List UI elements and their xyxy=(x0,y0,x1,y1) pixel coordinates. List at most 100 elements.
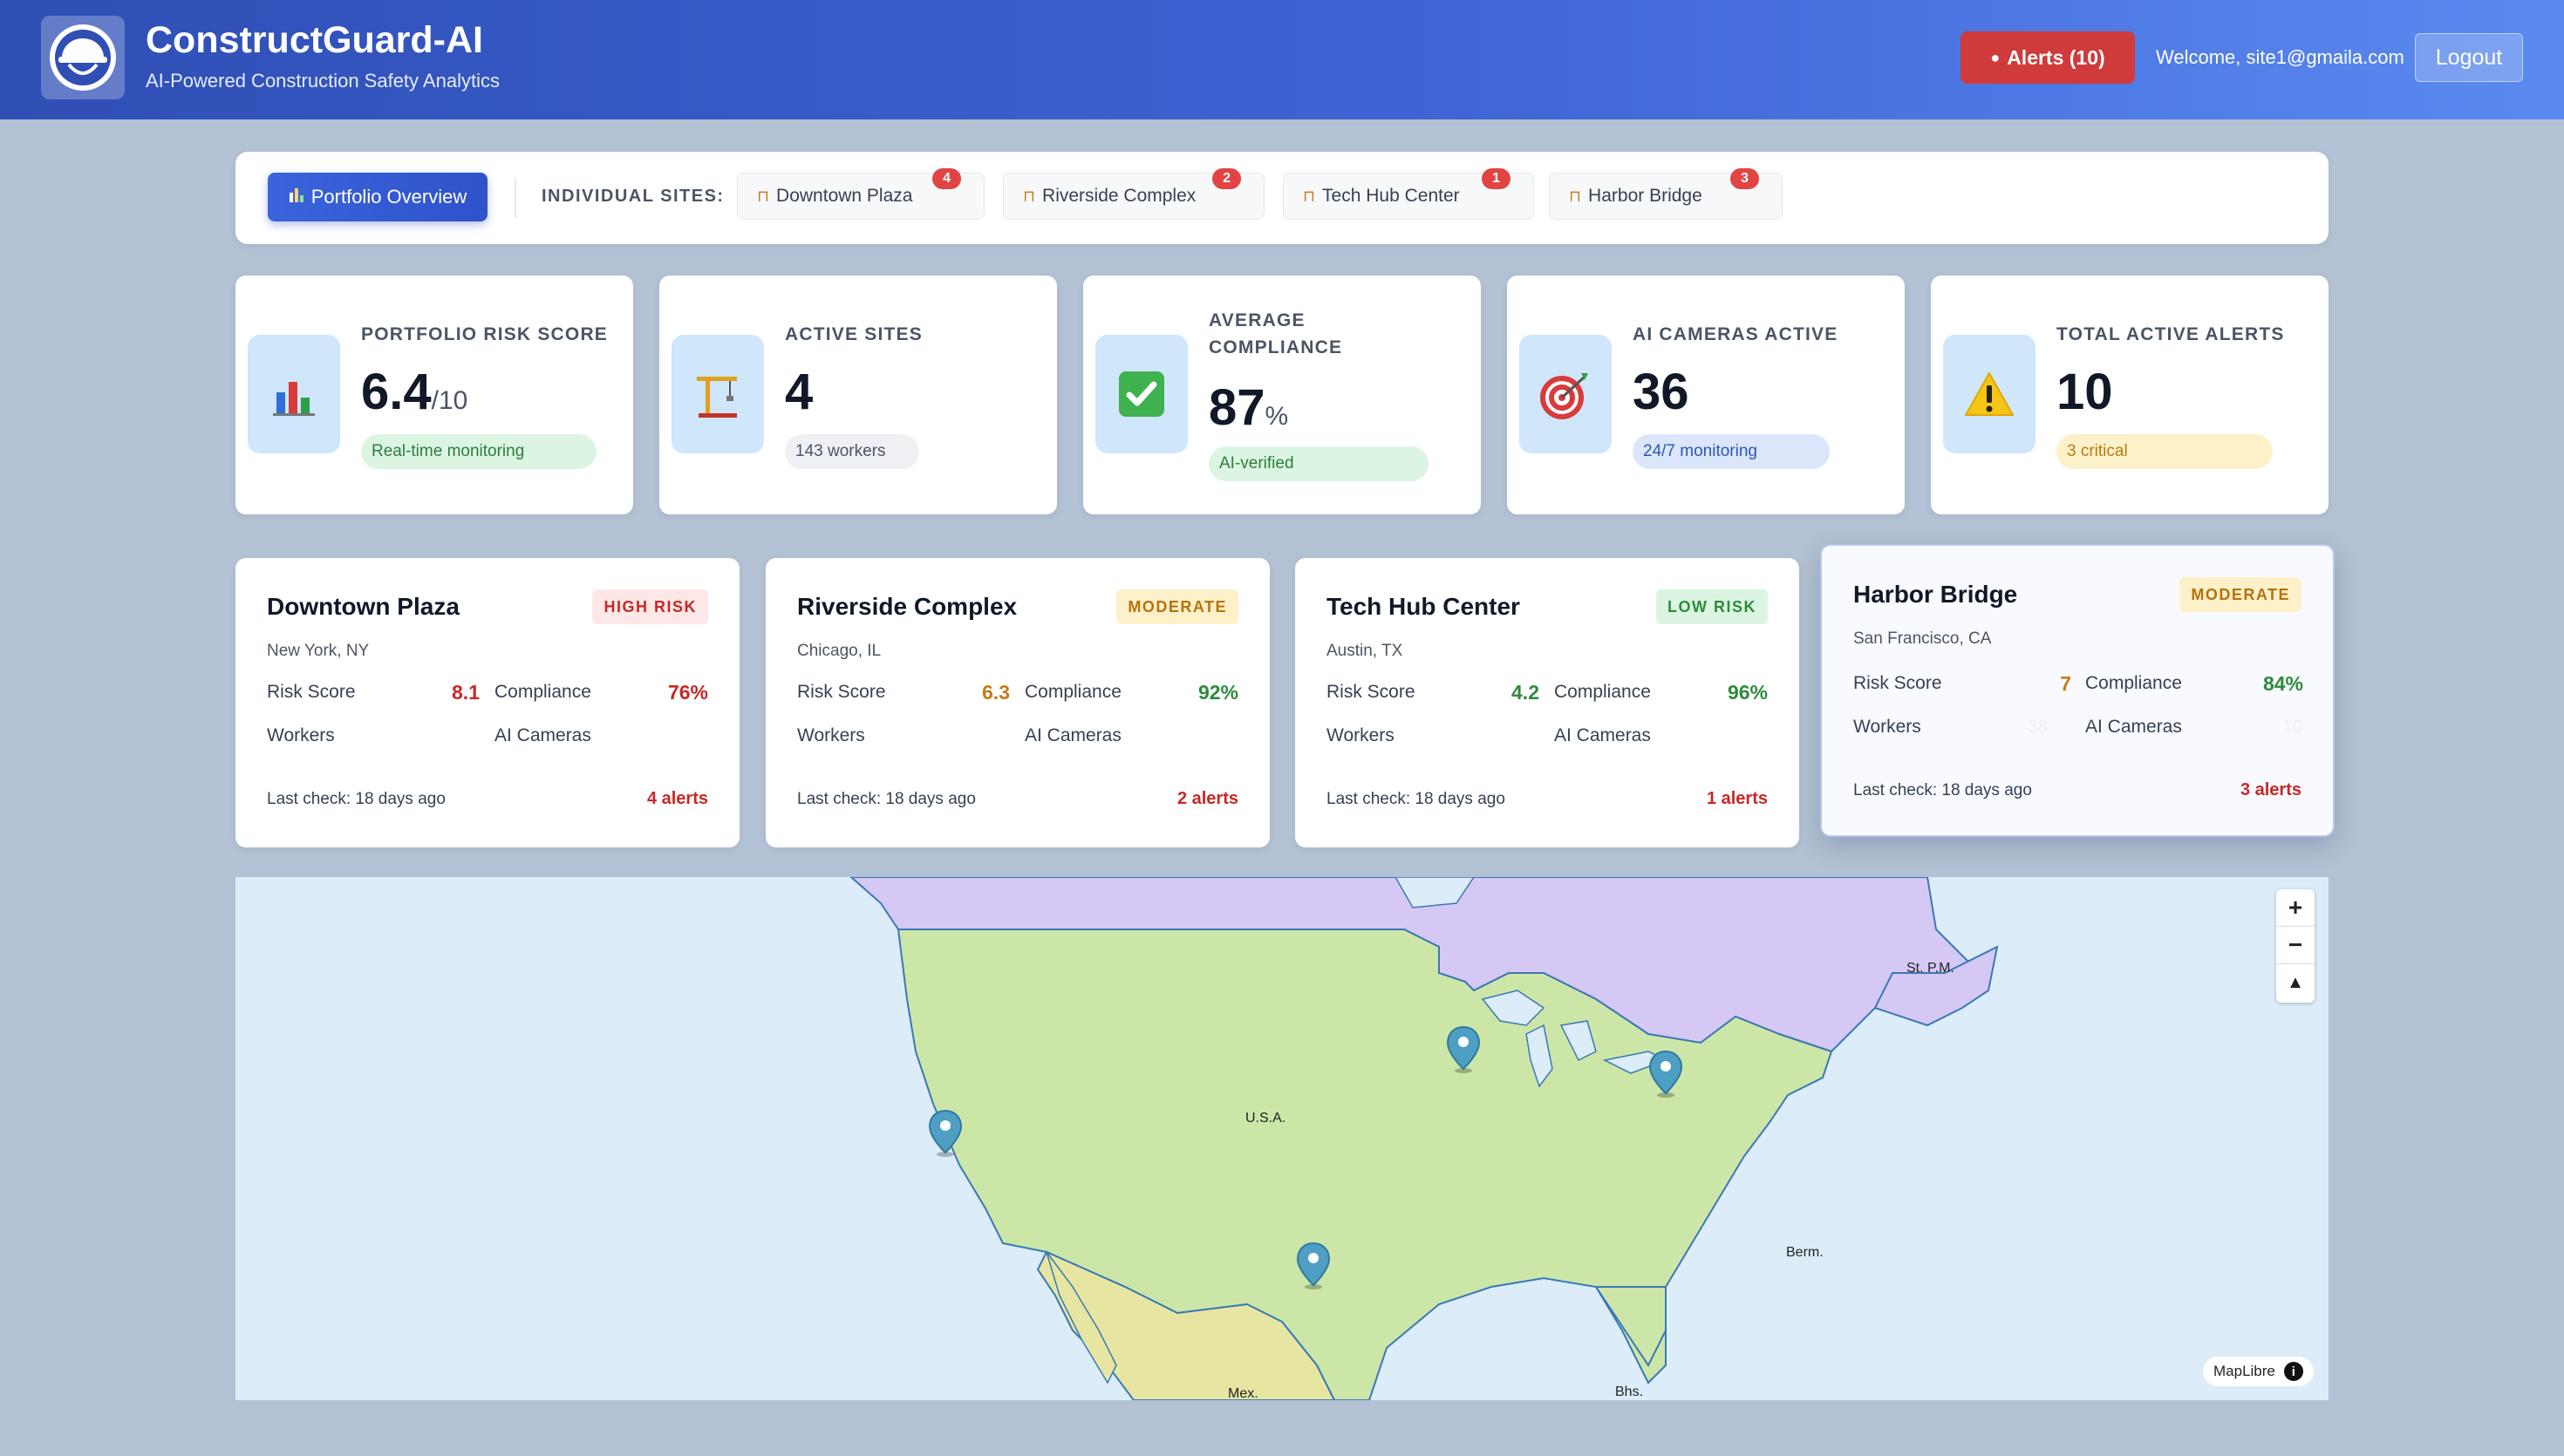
site-name: Downtown Plaza xyxy=(267,593,460,620)
tab-harbor-bridge[interactable]: ⊓ Harbor Bridge 3 xyxy=(1549,168,1783,220)
stat-label: ACTIVE SITES xyxy=(785,324,923,344)
crane-icon xyxy=(672,335,764,453)
site-name: Harbor Bridge xyxy=(1853,581,2018,608)
stat-label: TOTAL ACTIVE ALERTS xyxy=(2056,324,2285,344)
workers-label: Workers xyxy=(1853,717,1921,737)
app-header: ConstructGuard-AI AI-Powered Constructio… xyxy=(0,0,2564,119)
tab-portfolio-label: Portfolio Overview xyxy=(310,186,467,208)
map-navigation-controls: + − ▲ xyxy=(2276,889,2315,1003)
site-location: Chicago, IL xyxy=(797,642,882,660)
last-check: Last check: 18 days ago xyxy=(797,790,976,808)
tab-tech-hub-center[interactable]: ⊓ Tech Hub Center 1 xyxy=(1283,168,1534,220)
stat-card-risk-score: PORTFOLIO RISK SCORE 6.4/10 Real-time mo… xyxy=(235,276,633,514)
tab-divider xyxy=(515,178,516,218)
stat-value: 87% xyxy=(1209,379,1289,436)
risk-score-value: 4.2 xyxy=(1511,681,1539,704)
stat-card-total-alerts: TOTAL ACTIVE ALERTS 10 3 critical xyxy=(1931,276,2329,514)
last-check: Last check: 18 days ago xyxy=(267,790,446,808)
map-label-st-pierre: St. P.M. xyxy=(1906,961,1954,976)
risk-badge: LOW RISK xyxy=(1656,589,1768,624)
stat-pill: 3 critical xyxy=(2056,434,2273,469)
target-icon xyxy=(1519,335,1612,453)
tab-portfolio-overview[interactable]: Portfolio Overview xyxy=(268,173,488,221)
alert-count-badge: 3 xyxy=(1730,168,1759,189)
map-label-usa: U.S.A. xyxy=(1245,1111,1286,1126)
individual-sites-label: INDIVIDUAL SITES: xyxy=(542,187,725,206)
zoom-out-button[interactable]: − xyxy=(2276,927,2315,964)
welcome-text: Welcome, site1@gmaila.com xyxy=(2156,46,2404,68)
site-tab-label: Downtown Plaza xyxy=(776,186,913,206)
alerts-button[interactable]: ● Alerts (10) xyxy=(1961,31,2135,84)
app-subtitle: AI-Powered Construction Safety Analytics xyxy=(146,70,500,92)
alerts-button-label: Alerts (10) xyxy=(2007,45,2105,69)
risk-score-label: Risk Score xyxy=(1853,673,1942,693)
app-title: ConstructGuard-AI xyxy=(146,19,483,61)
stat-label: AI CAMERAS ACTIVE xyxy=(1633,324,1838,344)
tab-downtown-plaza[interactable]: ⊓ Downtown Plaza 4 xyxy=(737,168,985,220)
site-location: Austin, TX xyxy=(1326,642,1403,660)
risk-badge: MODERATE xyxy=(1116,589,1238,624)
site-card-downtown-plaza[interactable]: Downtown Plaza HIGH RISK New York, NY Ri… xyxy=(235,558,740,847)
stat-value: 6.4/10 xyxy=(361,364,468,420)
compliance-value: 92% xyxy=(1197,681,1238,704)
site-tab-bar: Portfolio Overview INDIVIDUAL SITES: ⊓ D… xyxy=(235,152,2329,244)
tab-riverside-complex[interactable]: ⊓ Riverside Complex 2 xyxy=(1003,168,1265,220)
alerts-count: 4 alerts xyxy=(646,789,708,808)
alert-count-badge: 4 xyxy=(932,168,961,189)
map-label-mexico: Mex. xyxy=(1228,1386,1258,1400)
compliance-label: Compliance xyxy=(2085,673,2182,693)
stat-pill: Real-time monitoring xyxy=(361,434,597,469)
compliance-value: 76% xyxy=(667,681,708,704)
risk-score-value: 6.3 xyxy=(982,681,1010,704)
stat-value: 4 xyxy=(785,364,814,420)
compliance-value: 84% xyxy=(2262,672,2303,695)
alert-count-badge: 1 xyxy=(1482,168,1510,189)
stat-pill: AI-verified xyxy=(1209,446,1429,481)
stat-label: AVERAGE COMPLIANCE xyxy=(1209,310,1343,357)
last-check: Last check: 18 days ago xyxy=(1326,790,1505,808)
logout-button[interactable]: Logout xyxy=(2415,33,2523,82)
stat-pill: 24/7 monitoring xyxy=(1633,434,1830,469)
stat-pill: 143 workers xyxy=(785,434,919,469)
risk-badge: MODERATE xyxy=(2179,577,2301,612)
map-label-bermuda: Berm. xyxy=(1786,1245,1824,1260)
risk-score-label: Risk Score xyxy=(797,682,886,702)
warning-icon xyxy=(1943,335,2036,453)
alert-count-badge: 2 xyxy=(1212,168,1241,189)
site-tab-label: Riverside Complex xyxy=(1042,186,1197,206)
site-card-harbor-bridge[interactable]: Harbor Bridge MODERATE San Francisco, CA… xyxy=(1820,544,2335,837)
site-location: New York, NY xyxy=(267,642,370,660)
risk-badge: HIGH RISK xyxy=(592,589,708,624)
stat-label: PORTFOLIO RISK SCORE xyxy=(361,324,609,344)
workers-label: Workers xyxy=(797,725,865,745)
site-tab-label: Harbor Bridge xyxy=(1588,186,1702,206)
bar-chart-icon xyxy=(248,335,340,453)
zoom-in-button[interactable]: + xyxy=(2276,889,2315,927)
crane-icon: ⊓ xyxy=(1569,187,1582,205)
map-label-bahamas: Bhs. xyxy=(1615,1385,1644,1399)
risk-score-label: Risk Score xyxy=(1326,682,1415,702)
risk-score-value: 7 xyxy=(2060,672,2071,695)
hardhat-logo-icon xyxy=(41,16,125,99)
crane-icon: ⊓ xyxy=(1023,187,1036,205)
alerts-count: 3 alerts xyxy=(2240,780,2301,799)
site-tab-label: Tech Hub Center xyxy=(1322,186,1460,206)
workers-value: 38 xyxy=(2028,717,2049,737)
map-attribution[interactable]: MapLibre i xyxy=(2203,1357,2314,1386)
site-card-tech-hub-center[interactable]: Tech Hub Center LOW RISK Austin, TX Risk… xyxy=(1295,558,1799,847)
stat-value: 10 xyxy=(2056,364,2113,420)
info-icon[interactable]: i xyxy=(2283,1362,2303,1381)
crane-icon: ⊓ xyxy=(1303,187,1316,205)
sites-map[interactable]: U.S.A. Mex. Berm. St. P.M. Bhs. + − ▲ Ma… xyxy=(235,877,2329,1400)
risk-score-label: Risk Score xyxy=(267,682,356,702)
stat-value: 36 xyxy=(1633,364,1689,420)
check-icon xyxy=(1095,335,1188,453)
compliance-label: Compliance xyxy=(1025,682,1122,702)
last-check: Last check: 18 days ago xyxy=(1853,781,2032,799)
alerts-count: 2 alerts xyxy=(1176,789,1238,808)
site-card-riverside-complex[interactable]: Riverside Complex MODERATE Chicago, IL R… xyxy=(766,558,1270,847)
compass-reset-button[interactable]: ▲ xyxy=(2276,964,2315,1002)
compliance-label: Compliance xyxy=(1554,682,1651,702)
site-name: Riverside Complex xyxy=(797,593,1018,620)
siren-icon: ● xyxy=(1990,48,2001,66)
